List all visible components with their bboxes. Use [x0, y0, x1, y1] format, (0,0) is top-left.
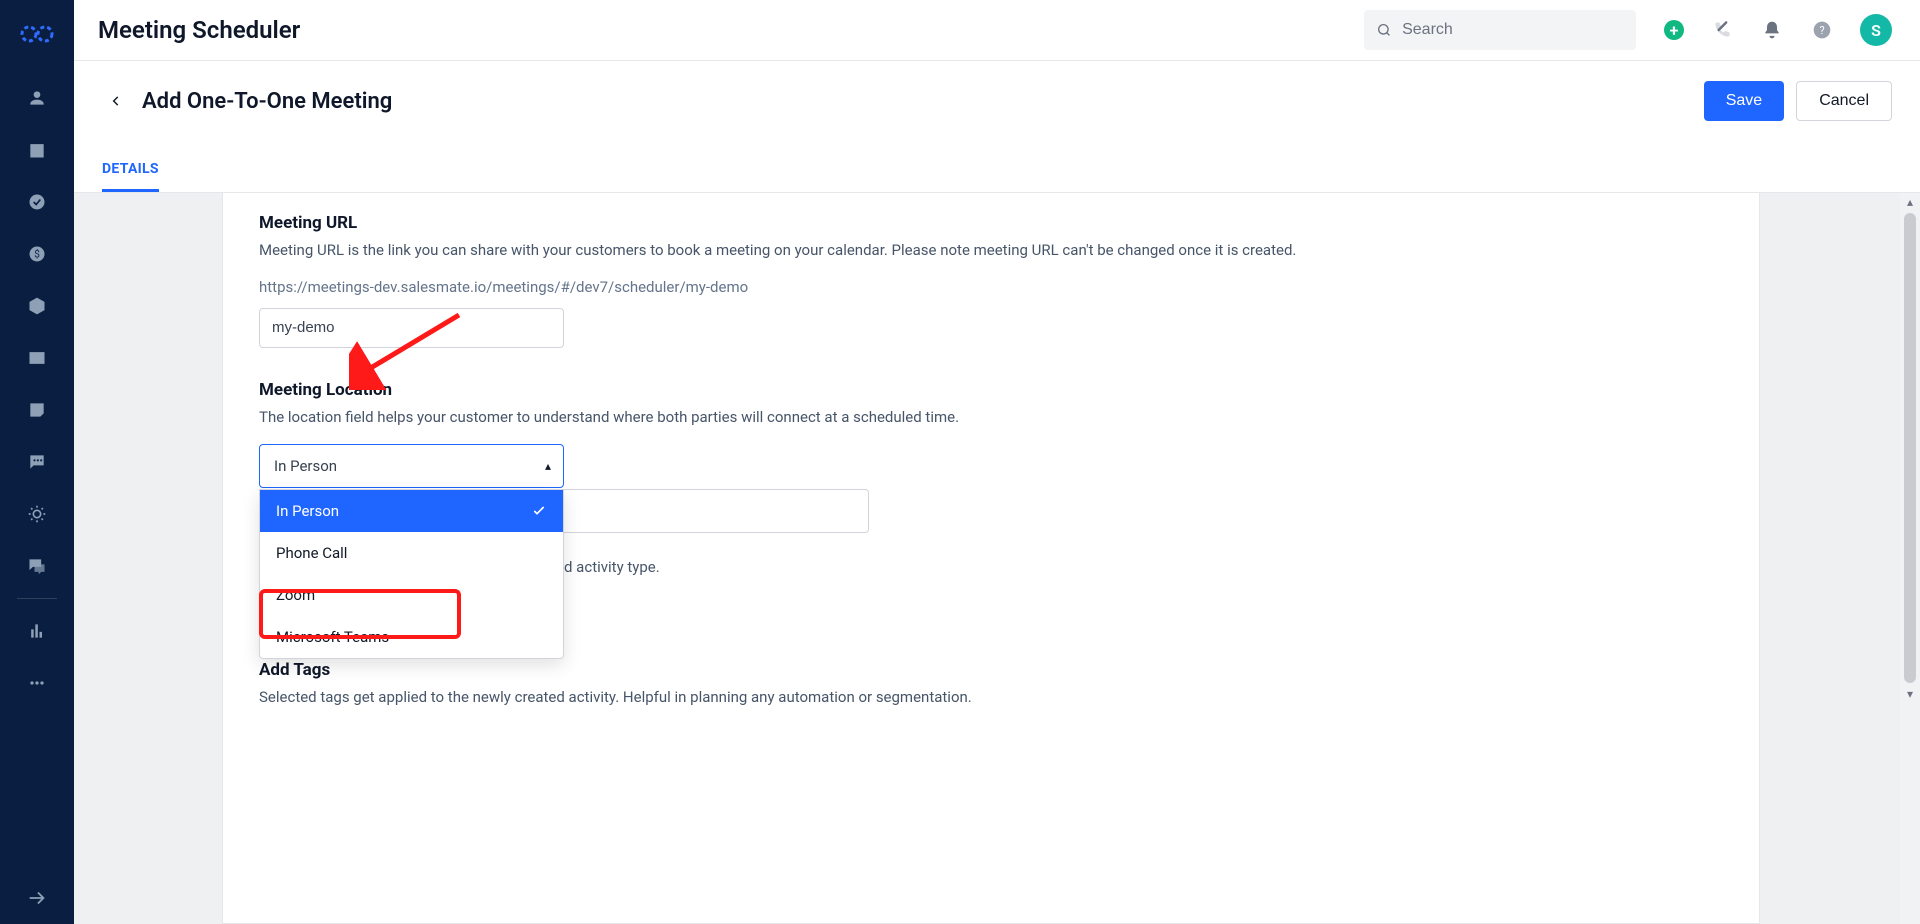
meeting-url-slug-input[interactable]	[259, 308, 564, 348]
svg-text:$: $	[34, 247, 40, 260]
meeting-location-dropdown: In Person Phone Call Zoom Microsoft Team…	[259, 489, 564, 659]
nav-companies[interactable]	[0, 124, 74, 176]
nav-deals[interactable]: $	[0, 228, 74, 280]
nav-forward[interactable]	[0, 872, 74, 924]
nav-more[interactable]	[0, 657, 74, 709]
bell-icon[interactable]	[1760, 18, 1784, 42]
topbar-actions: + ? S	[1664, 14, 1892, 46]
meeting-location-title: Meeting Location	[259, 380, 1723, 400]
rail-divider	[17, 598, 57, 599]
meeting-location-select[interactable]: In Person ▴	[259, 444, 564, 488]
user-avatar[interactable]: S	[1860, 14, 1892, 46]
location-option-label: Zoom	[276, 586, 315, 604]
nav-automation[interactable]	[0, 488, 74, 540]
nav-messages[interactable]	[0, 540, 74, 592]
location-option-phone-call[interactable]: Phone Call	[260, 532, 563, 574]
add-button[interactable]: +	[1664, 20, 1684, 40]
nav-tasks[interactable]	[0, 176, 74, 228]
add-tags-title: Add Tags	[259, 660, 1723, 680]
tab-details[interactable]: DETAILS	[102, 161, 159, 192]
check-icon	[531, 503, 547, 519]
scroll-down-icon: ▾	[1907, 685, 1913, 703]
scroll-up-icon: ▴	[1907, 193, 1913, 211]
nav-contacts[interactable]	[0, 72, 74, 124]
activity-type-desc-fragment: d activity type.	[564, 558, 660, 576]
meeting-url-title: Meeting URL	[259, 213, 1723, 233]
chevron-left-icon	[109, 90, 123, 112]
save-button[interactable]: Save	[1704, 81, 1784, 121]
page-header: Add One-To-One Meeting Save Cancel	[74, 61, 1920, 141]
location-option-label: In Person	[276, 502, 339, 520]
meeting-location-selected: In Person	[274, 457, 337, 475]
form-panel: Meeting URL Meeting URL is the link you …	[222, 193, 1760, 924]
caret-up-icon: ▴	[545, 459, 551, 473]
location-option-zoom[interactable]: Zoom	[260, 574, 563, 616]
app-logo[interactable]	[17, 14, 57, 54]
tabs: DETAILS	[74, 141, 1920, 193]
nav-email[interactable]	[0, 332, 74, 384]
meeting-location-details-input[interactable]	[564, 489, 869, 533]
location-option-microsoft-teams[interactable]: Microsoft Teams	[260, 616, 563, 658]
page-title: Add One-To-One Meeting	[142, 89, 392, 114]
location-option-label: Phone Call	[276, 544, 347, 562]
nav-chat[interactable]	[0, 436, 74, 488]
search-input[interactable]	[1402, 21, 1624, 39]
form-body: Meeting URL Meeting URL is the link you …	[74, 193, 1920, 924]
app-title: Meeting Scheduler	[98, 16, 300, 44]
meeting-location-desc: The location field helps your customer t…	[259, 406, 1723, 429]
scrollbar[interactable]: ▴ ▾	[1900, 193, 1920, 924]
add-tags-desc: Selected tags get applied to the newly c…	[259, 686, 1723, 709]
nav-products[interactable]	[0, 280, 74, 332]
meeting-url-desc: Meeting URL is the link you can share wi…	[259, 239, 1723, 262]
help-icon[interactable]: ?	[1810, 18, 1834, 42]
search-box[interactable]	[1364, 10, 1636, 50]
location-option-label: Microsoft Teams	[276, 628, 389, 646]
nav-inbox[interactable]	[0, 384, 74, 436]
content-area: Add One-To-One Meeting Save Cancel DETAI…	[74, 61, 1920, 924]
scrollbar-thumb[interactable]	[1904, 213, 1916, 683]
meeting-url-preview: https://meetings-dev.salesmate.io/meetin…	[259, 278, 1723, 296]
nav-reports[interactable]	[0, 605, 74, 657]
back-button[interactable]	[102, 87, 130, 115]
svg-text:?: ?	[1819, 24, 1824, 37]
search-icon	[1376, 21, 1392, 39]
location-option-in-person[interactable]: In Person	[260, 490, 563, 532]
cancel-button[interactable]: Cancel	[1796, 81, 1892, 121]
topbar: Meeting Scheduler + ? S	[74, 0, 1920, 61]
dial-icon[interactable]	[1710, 18, 1734, 42]
left-nav-rail: $	[0, 0, 74, 924]
